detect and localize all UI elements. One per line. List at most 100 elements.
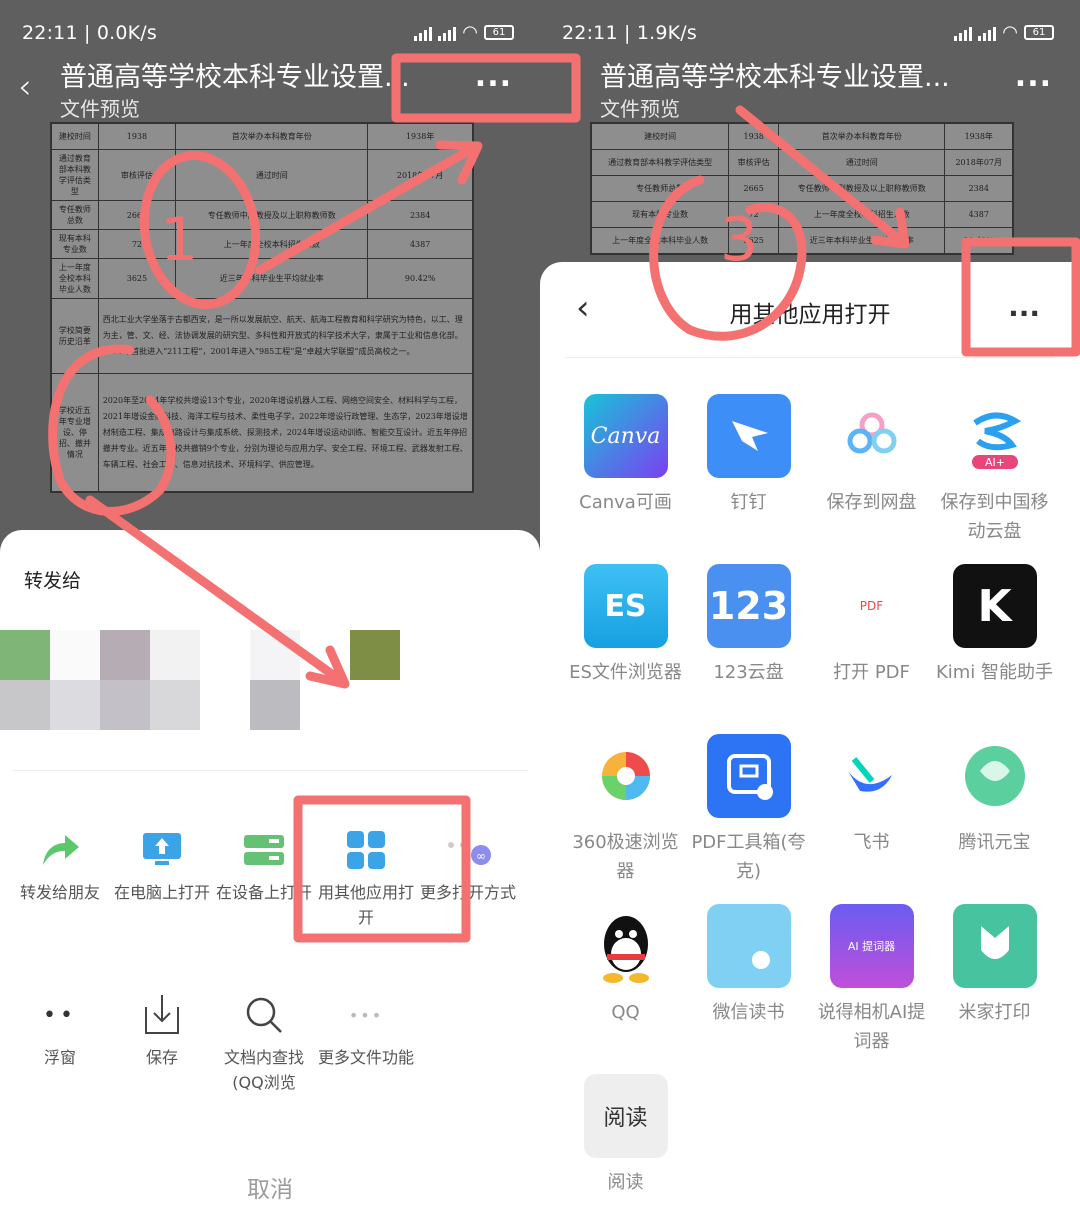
app-label: QQ bbox=[611, 1002, 640, 1023]
table-cell: 4387 bbox=[367, 229, 473, 259]
table-cell: 通过时间 bbox=[175, 149, 369, 201]
table-cell: 首次举办本科教育年份 bbox=[778, 123, 946, 150]
app-123-cloud[interactable]: 123 123云盘 bbox=[687, 564, 810, 687]
signal-icon bbox=[438, 25, 457, 41]
back-arrow-icon[interactable]: ‹ bbox=[18, 67, 32, 107]
document-table: 建校时间 1938 首次举办本科教育年份 1938年 通过教育部本科教学评估类型 审核评估… bbox=[590, 123, 1013, 254]
pdf-icon: PDF bbox=[829, 564, 914, 648]
app-label: 123云盘 bbox=[713, 662, 784, 683]
history-text: 西北工业大学坐落于古都西安，是一所以发展航空、航天、航海工程教育和科学研究为特色… bbox=[97, 298, 474, 374]
more-menu-button[interactable]: ... bbox=[1015, 59, 1052, 94]
app-label: 360极速浏览器 bbox=[572, 832, 679, 882]
app-360-browser[interactable]: 360极速浏览器 bbox=[564, 734, 687, 886]
more-file-functions-button[interactable]: ••• 更多文件功能 bbox=[316, 985, 416, 1070]
app-es-file[interactable]: ES ES文件浏览器 bbox=[564, 564, 687, 687]
table-row: 现有本科专业数 72 上一年度全校本科招生人数 4387 bbox=[590, 201, 1013, 228]
app-bar: ‹ 普通高等学校本科专业设置... 文件预览 ... bbox=[0, 55, 540, 125]
floating-window-button[interactable]: •• 浮窗 bbox=[10, 985, 110, 1070]
sheet-header: ‹ 用其他应用打开 ... bbox=[540, 262, 1080, 356]
app-kimi[interactable]: K Kimi 智能助手 bbox=[933, 564, 1056, 687]
action-label: 保存 bbox=[145, 1048, 178, 1067]
page-title: 普通高等学校本科专业设置... bbox=[600, 62, 950, 93]
monitor-upload-icon bbox=[143, 833, 181, 865]
table-row: 上一年度全校本科毕业人数 3625 近三年本科毕业生平均就业率 90.42% bbox=[590, 227, 1013, 254]
history-label: 学校简要历史沿革 bbox=[51, 298, 99, 374]
app-label: 腾讯元宝 bbox=[958, 832, 1031, 853]
app-label: 米家打印 bbox=[958, 1002, 1031, 1023]
status-bar: 22:11 | 0.0K/s ◠ 61 bbox=[0, 0, 540, 60]
kimi-icon: K bbox=[952, 564, 1037, 648]
table-cell: 1938年 bbox=[367, 123, 473, 150]
app-canva[interactable]: Canva Canva可画 bbox=[564, 394, 687, 517]
read-icon: 阅读 bbox=[583, 1074, 668, 1158]
open-with-sheet: ‹ 用其他应用打开 ... Canva Canva可画 钉钉 保存到网盘 AI+ 保存到中… bbox=[540, 262, 1080, 1205]
app-feishu[interactable]: 飞书 bbox=[810, 734, 933, 857]
save-button[interactable]: 保存 bbox=[112, 985, 212, 1070]
svg-text:AI+: AI+ bbox=[985, 456, 1005, 469]
app-bar: 普通高等学校本科专业设置... 文件预览 ... bbox=[540, 55, 1080, 125]
signal-icon bbox=[414, 25, 433, 41]
app-cloud-drive[interactable]: 保存到网盘 bbox=[810, 394, 933, 517]
cancel-button[interactable]: 取消 bbox=[0, 1170, 540, 1204]
divider bbox=[12, 770, 528, 771]
app-qq[interactable]: QQ bbox=[564, 904, 687, 1027]
table-cell: 1938 bbox=[728, 123, 780, 150]
table-cell: 近三年本科毕业生平均就业率 bbox=[175, 258, 369, 299]
table-cell: 2665 bbox=[97, 200, 177, 230]
table-cell: 72 bbox=[97, 229, 177, 259]
table-cell: 3625 bbox=[728, 227, 780, 254]
table-row: 专任教师总数 2665 专任教师中副教授及以上职称教师数 2384 bbox=[51, 200, 473, 230]
right-screenshot: 22:11 | 1.9K/s ◠ 61 普通高等学校本科专业设置... 文件预览… bbox=[540, 0, 1080, 1205]
forward-to-label: 转发给 bbox=[24, 570, 82, 592]
open-on-device-button[interactable]: 在设备上打开 bbox=[214, 820, 314, 905]
table-row: 通过教育部本科教学评估类型 审核评估 通过时间 2018年07月 bbox=[51, 149, 473, 201]
share-sheet: 转发给 转发给朋友 在电脑上打开 在设备上打开 用其他应用打开 ∞ 更多打开方式… bbox=[0, 530, 540, 1205]
table-cell: 上一年度全校本科招生人数 bbox=[175, 229, 369, 259]
canva-icon: Canva bbox=[583, 394, 668, 478]
table-cell: 2384 bbox=[367, 200, 473, 230]
table-row: 建校时间 1938 首次举办本科教育年份 1938年 bbox=[590, 123, 1013, 150]
share-arrow-icon bbox=[43, 835, 79, 865]
app-dingtalk[interactable]: 钉钉 bbox=[687, 394, 810, 517]
app-pdf-toolbox[interactable]: PDF工具箱(夸克) bbox=[687, 734, 810, 886]
sheet-more-button[interactable]: ... bbox=[1008, 290, 1040, 323]
teleprompter-icon: AI 提词器 bbox=[829, 904, 914, 988]
app-china-mobile-cloud[interactable]: AI+ 保存到中国移动云盘 bbox=[933, 394, 1056, 546]
open-on-computer-button[interactable]: 在电脑上打开 bbox=[112, 820, 212, 905]
table-cell: 专任教师中副教授及以上职称教师数 bbox=[778, 175, 946, 202]
table-cell: 审核评估 bbox=[728, 149, 780, 176]
app-weread[interactable]: 微信读书 bbox=[687, 904, 810, 1027]
app-label: 保存到网盘 bbox=[826, 492, 917, 513]
table-cell: 现有本科专业数 bbox=[51, 229, 99, 259]
action-label: 在电脑上打开 bbox=[113, 883, 210, 902]
table-cell: 专任教师中副教授及以上职称教师数 bbox=[175, 200, 369, 230]
battery-icon: 61 bbox=[484, 25, 514, 40]
table-cell: 2018年07月 bbox=[367, 149, 473, 201]
action-label: 在设备上打开 bbox=[215, 883, 312, 902]
contacts-row-blurred[interactable] bbox=[0, 630, 400, 730]
dots-icon: •• bbox=[43, 1002, 77, 1028]
system-icons: ◠ 61 bbox=[414, 22, 514, 43]
action-label: 更多文件功能 bbox=[317, 1048, 414, 1067]
app-teleprompter[interactable]: AI 提词器 说得相机AI提词器 bbox=[810, 904, 933, 1056]
more-open-methods-button[interactable]: ∞ 更多打开方式 bbox=[418, 820, 518, 905]
wifi-icon: ◠ bbox=[1002, 22, 1018, 43]
icon-mark: 阅读 bbox=[603, 1106, 648, 1131]
more-menu-button[interactable]: ... bbox=[475, 59, 512, 94]
document-preview: 建校时间 1938 首次举办本科教育年份 1938年 通过教育部本科教学评估类型 审核评估… bbox=[590, 122, 1014, 255]
table-row: 建校时间 1938 首次举办本科教育年份 1938年 bbox=[51, 123, 473, 150]
app-mijia-print[interactable]: 米家打印 bbox=[933, 904, 1056, 1027]
open-with-other-app-button[interactable]: 用其他应用打开 bbox=[316, 820, 416, 930]
table-cell: 4387 bbox=[944, 201, 1013, 228]
find-in-document-button[interactable]: 文档内查找(QQ浏览 bbox=[214, 985, 314, 1095]
pdf-toolbox-icon bbox=[706, 734, 791, 818]
table-row: 通过教育部本科教学评估类型 审核评估 通过时间 2018年07月 bbox=[590, 149, 1013, 176]
table-cell: 建校时间 bbox=[51, 123, 99, 150]
icon-mark: 123 bbox=[708, 584, 789, 628]
app-label: PDF工具箱(夸克) bbox=[691, 832, 806, 882]
app-read[interactable]: 阅读 阅读 bbox=[564, 1074, 687, 1197]
table-cell: 上一年度全校本科毕业人数 bbox=[51, 258, 99, 299]
app-pdf[interactable]: PDF 打开 PDF bbox=[810, 564, 933, 687]
app-yuanbao[interactable]: 腾讯元宝 bbox=[933, 734, 1056, 857]
forward-to-friend-button[interactable]: 转发给朋友 bbox=[10, 820, 110, 905]
